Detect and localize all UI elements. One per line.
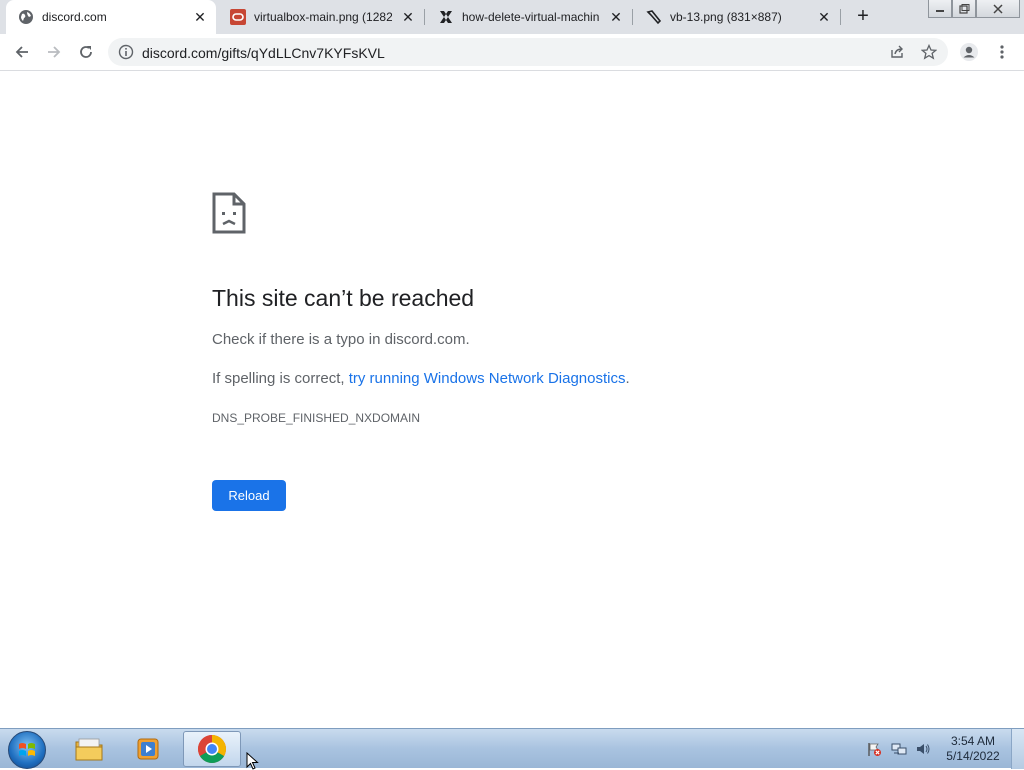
back-arrow-icon [15,46,28,58]
browser-toolbar: discord.com/gifts/qYdLLCnv7KYFsKVL [0,34,1024,71]
windows-logo-icon [19,743,35,756]
tool-icon [646,9,662,25]
tab-virtualbox-main[interactable]: virtualbox-main.png (1282 ✕ [218,0,424,34]
minimize-button[interactable] [928,0,952,18]
network-diagnostics-link[interactable]: try running Windows Network Diagnostics [349,370,626,387]
system-clock[interactable]: 3:54 AM 5/14/2022 [940,734,1006,764]
file-explorer-icon [75,738,103,761]
volume-icon[interactable] [915,741,931,757]
info-icon[interactable] [118,44,134,60]
tab-title: how-delete-virtual-machin [462,10,600,24]
profile-avatar-icon [960,43,978,61]
taskbar-chrome[interactable] [183,731,241,767]
taskbar-file-explorer[interactable] [60,731,118,767]
media-player-icon [137,738,159,760]
address-bar[interactable]: discord.com/gifts/qYdLLCnv7KYFsKVL [108,38,948,66]
action-center-flag-icon[interactable] [866,741,882,757]
error-suggestion: Check if there is a typo in discord.com. [212,331,470,348]
share-icon[interactable] [888,43,906,61]
chrome-icon [198,735,226,763]
mouse-cursor-icon [246,752,259,770]
tab-how-delete[interactable]: how-delete-virtual-machin ✕ [426,0,632,34]
clock-time: 3:54 AM [950,734,996,748]
close-tab-icon[interactable]: ✕ [816,9,832,25]
clock-date: 5/14/2022 [946,749,1000,763]
reload-toolbar-button[interactable] [74,40,98,64]
sad-page-icon [212,192,246,234]
error-title: This site can’t be reached [212,285,475,311]
tab-title: vb-13.png (831×887) [670,10,782,24]
tab-separator [840,9,841,25]
back-button[interactable] [10,40,34,64]
windows-taskbar: 3:54 AM 5/14/2022 [0,728,1024,769]
network-icon[interactable] [891,741,907,757]
tab-strip: discord.com ✕ virtualbox-main.png (1282 … [0,0,1024,34]
close-tab-icon[interactable]: ✕ [192,9,208,25]
close-window-button[interactable] [976,0,1020,18]
diagnostics-suffix: . [625,370,630,387]
page-content: This site can’t be reached Check if ther… [0,72,1024,728]
new-tab-button[interactable]: + [853,6,873,26]
close-tab-icon[interactable]: ✕ [400,9,416,25]
kebab-menu-icon [1000,45,1004,59]
oracle-icon [230,9,246,25]
maximize-button[interactable] [952,0,976,18]
close-tab-icon[interactable]: ✕ [608,9,624,25]
error-code: DNS_PROBE_FINISHED_NXDOMAIN [212,411,421,425]
tab-discord[interactable]: discord.com ✕ [6,0,216,34]
tab-vb-13[interactable]: vb-13.png (831×887) ✕ [634,0,840,34]
tab-separator [424,9,425,25]
taskbar-media-player[interactable] [120,731,178,767]
error-diagnostics-line: If spelling is correct, try running Wind… [212,370,630,388]
profile-button[interactable] [957,40,981,64]
show-desktop-button[interactable] [1011,729,1024,769]
url-text[interactable]: discord.com/gifts/qYdLLCnv7KYFsKVL [142,45,385,61]
forward-arrow-icon [48,46,61,58]
x-site-icon [438,9,454,25]
start-button[interactable] [8,731,46,769]
diagnostics-prefix: If spelling is correct, [212,370,349,387]
reload-icon [80,46,92,58]
globe-icon [18,9,34,25]
tab-title: virtualbox-main.png (1282 [254,10,392,24]
tab-separator [632,9,633,25]
menu-button[interactable] [990,40,1014,64]
tab-title: discord.com [42,10,107,24]
forward-button[interactable] [42,40,66,64]
reload-button[interactable]: Reload [212,480,286,511]
bookmark-star-icon[interactable] [920,43,938,61]
